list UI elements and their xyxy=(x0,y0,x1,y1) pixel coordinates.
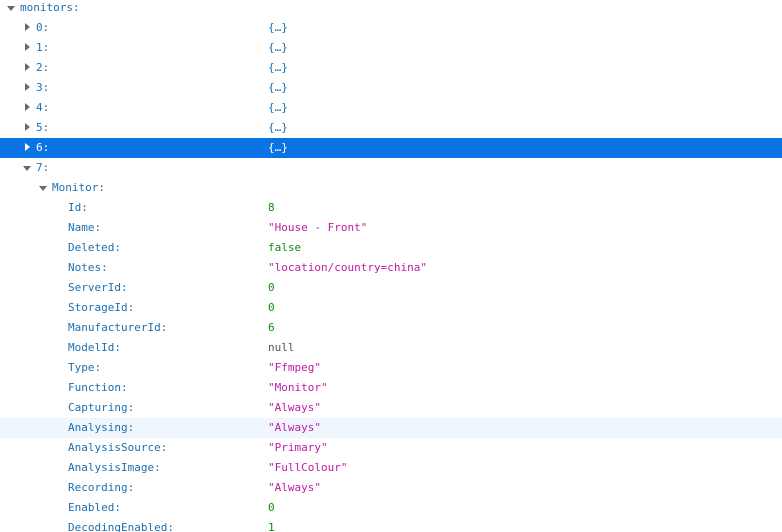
tree-value: 0 xyxy=(268,301,275,314)
expanded-arrow-icon[interactable] xyxy=(22,158,32,178)
tree-key: Monitor: xyxy=(52,181,105,194)
tree-key: ServerId: xyxy=(68,281,128,294)
tree-value: 0 xyxy=(268,281,275,294)
tree-value: "Primary" xyxy=(268,441,328,454)
tree-row-field-enabled[interactable]: Enabled: 0 xyxy=(0,498,782,518)
tree-key: StorageId: xyxy=(68,301,135,314)
tree-row-field-capturing[interactable]: Capturing: "Always" xyxy=(0,398,782,418)
tree-row-field-analysing[interactable]: Analysing: "Always" xyxy=(0,418,782,438)
tree-key: Function: xyxy=(68,381,128,394)
tree-row-field-analysisimage[interactable]: AnalysisImage: "FullColour" xyxy=(0,458,782,478)
tree-key: 2: xyxy=(36,61,50,74)
tree-key: Name: xyxy=(68,221,102,234)
tree-value: "FullColour" xyxy=(268,461,348,474)
tree-value: {…} xyxy=(268,21,288,34)
tree-key: monitors: xyxy=(20,1,80,14)
tree-key: Recording: xyxy=(68,481,135,494)
collapsed-arrow-icon[interactable] xyxy=(22,138,32,158)
tree-row-field-analysissource[interactable]: AnalysisSource: "Primary" xyxy=(0,438,782,458)
tree-value: {…} xyxy=(268,41,288,54)
collapsed-arrow-icon[interactable] xyxy=(22,118,32,138)
tree-row-field-recording[interactable]: Recording: "Always" xyxy=(0,478,782,498)
tree-row-field-type[interactable]: Type: "Ffmpeg" xyxy=(0,358,782,378)
tree-row-field-name[interactable]: Name: "House - Front" xyxy=(0,218,782,238)
tree-value: 0 xyxy=(268,501,275,514)
tree-key: 5: xyxy=(36,121,50,134)
tree-key: Enabled: xyxy=(68,501,121,514)
tree-row-field-deleted[interactable]: Deleted: false xyxy=(0,238,782,258)
tree-row-item-3[interactable]: 3: {…} xyxy=(0,78,782,98)
tree-key: 1: xyxy=(36,41,50,54)
tree-row-monitor[interactable]: Monitor: xyxy=(0,178,782,198)
tree-key: Id: xyxy=(68,201,88,214)
tree-value: "Always" xyxy=(268,421,321,434)
tree-row-item-2[interactable]: 2: {…} xyxy=(0,58,782,78)
tree-key: 7: xyxy=(36,161,50,174)
tree-value: null xyxy=(268,341,295,354)
tree-key: 3: xyxy=(36,81,50,94)
collapsed-arrow-icon[interactable] xyxy=(22,78,32,98)
tree-value: {…} xyxy=(268,121,288,134)
tree-value: 6 xyxy=(268,321,275,334)
tree-row-item-6-selected[interactable]: 6: {…} xyxy=(0,138,782,158)
tree-key: Deleted: xyxy=(68,241,121,254)
json-viewer: monitors: 0: {…} 1: {…} 2: {…} 3: {…} 4:… xyxy=(0,0,782,532)
collapsed-arrow-icon[interactable] xyxy=(22,98,32,118)
collapsed-arrow-icon[interactable] xyxy=(22,58,32,78)
tree-row-item-7[interactable]: 7: xyxy=(0,158,782,178)
tree-row-field-storageid[interactable]: StorageId: 0 xyxy=(0,298,782,318)
expanded-arrow-icon[interactable] xyxy=(6,0,16,18)
tree-value: "House - Front" xyxy=(268,221,368,234)
tree-value: {…} xyxy=(268,101,288,114)
tree-key: Notes: xyxy=(68,261,108,274)
tree-value: 8 xyxy=(268,201,275,214)
tree-key: AnalysisImage: xyxy=(68,461,161,474)
collapsed-arrow-icon[interactable] xyxy=(22,18,32,38)
tree-row-field-serverid[interactable]: ServerId: 0 xyxy=(0,278,782,298)
tree-row-field-id[interactable]: Id: 8 xyxy=(0,198,782,218)
tree-key: 0: xyxy=(36,21,50,34)
expanded-arrow-icon[interactable] xyxy=(38,178,48,198)
tree-row-item-4[interactable]: 4: {…} xyxy=(0,98,782,118)
tree-key: Analysing: xyxy=(68,421,135,434)
tree-value: "location/country=china" xyxy=(268,261,427,274)
tree-value: {…} xyxy=(268,61,288,74)
tree-key: Capturing: xyxy=(68,401,135,414)
tree-key: 4: xyxy=(36,101,50,114)
tree-row-field-notes[interactable]: Notes: "location/country=china" xyxy=(0,258,782,278)
tree-key: AnalysisSource: xyxy=(68,441,168,454)
tree-key: 6: xyxy=(36,141,50,154)
tree-key: ModelId: xyxy=(68,341,121,354)
tree-row-field-decodingenabled[interactable]: DecodingEnabled: 1 xyxy=(0,518,782,532)
tree-key: ManufacturerId: xyxy=(68,321,168,334)
tree-row-item-5[interactable]: 5: {…} xyxy=(0,118,782,138)
tree-key: Type: xyxy=(68,361,102,374)
tree-value: {…} xyxy=(268,141,288,154)
tree-value: 1 xyxy=(268,521,275,532)
tree-value: "Always" xyxy=(268,401,321,414)
tree-row-item-0[interactable]: 0: {…} xyxy=(0,18,782,38)
collapsed-arrow-icon[interactable] xyxy=(22,38,32,58)
tree-value: false xyxy=(268,241,302,254)
tree-key: DecodingEnabled: xyxy=(68,521,174,532)
tree-value: "Always" xyxy=(268,481,321,494)
tree-row-item-1[interactable]: 1: {…} xyxy=(0,38,782,58)
tree-row-field-modelid[interactable]: ModelId: null xyxy=(0,338,782,358)
tree-row-field-function[interactable]: Function: "Monitor" xyxy=(0,378,782,398)
tree-value: "Monitor" xyxy=(268,381,328,394)
tree-row-monitors[interactable]: monitors: xyxy=(0,0,782,18)
tree-value: "Ffmpeg" xyxy=(268,361,321,374)
tree-row-field-manufacturerid[interactable]: ManufacturerId: 6 xyxy=(0,318,782,338)
tree-value: {…} xyxy=(268,81,288,94)
